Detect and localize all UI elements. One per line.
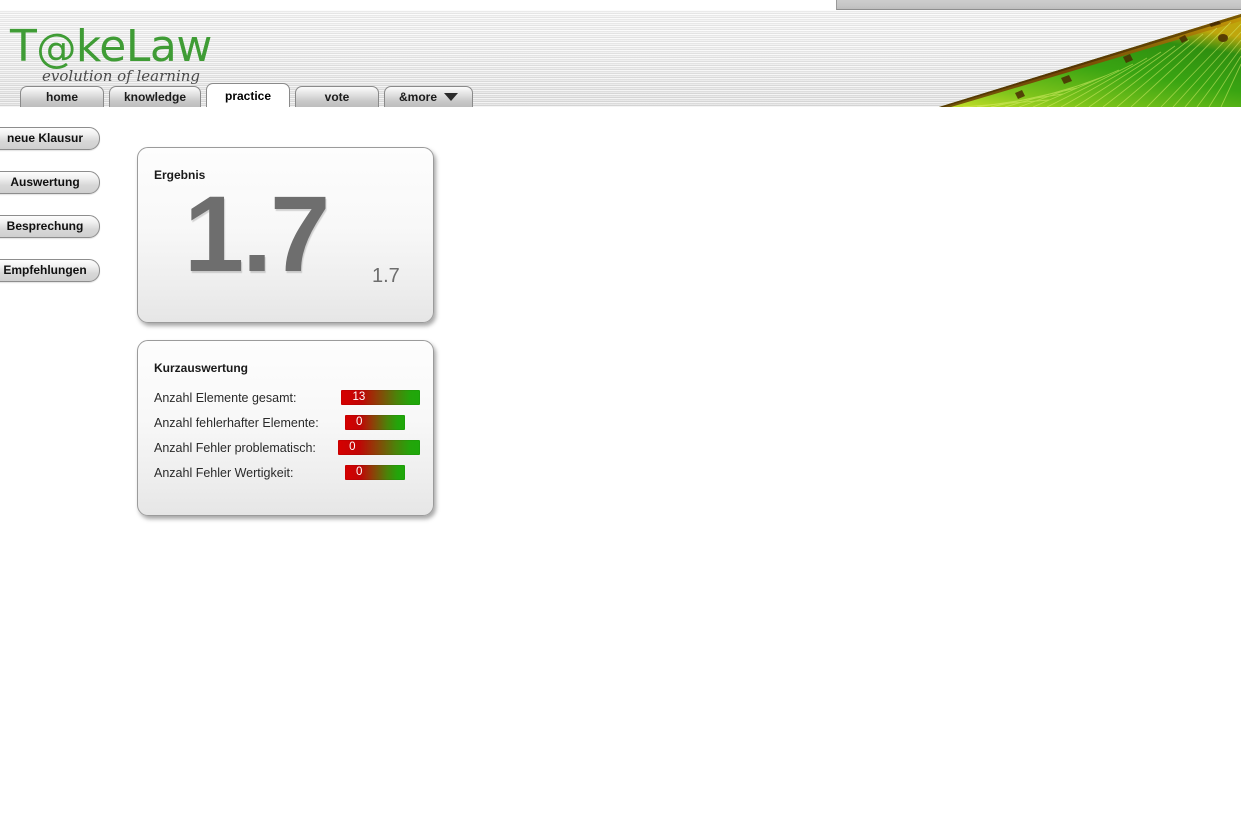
stat-label: Anzahl Fehler Wertigkeit: <box>154 465 294 480</box>
summary-card: Kurzauswertung Anzahl Elemente gesamt: 1… <box>137 340 434 516</box>
stat-row: Anzahl Fehler Wertigkeit: 0 <box>154 460 420 485</box>
tab-home[interactable]: home <box>20 86 104 107</box>
stat-label: Anzahl Elemente gesamt: <box>154 390 297 405</box>
stat-row: Anzahl Elemente gesamt: 13 <box>154 385 420 410</box>
stat-bar: 0 <box>345 465 405 480</box>
result-card: Ergebnis 1.7 1.7 <box>137 147 434 323</box>
tab-more-label: &more <box>399 90 438 104</box>
stat-label: Anzahl Fehler problematisch: <box>154 440 316 455</box>
sidebar-item-label: Auswertung <box>10 175 80 189</box>
sidebar-item-neue-klausur[interactable]: neue Klausur <box>0 127 100 150</box>
background-window-titlebar <box>836 0 1241 10</box>
sidebar-navigation: neue Klausur Auswertung Besprechung Empf… <box>0 127 100 303</box>
stat-bar-value: 0 <box>349 441 356 453</box>
stat-bar: 13 <box>341 390 420 405</box>
tab-vote-label: vote <box>324 90 350 104</box>
result-grade-small: 1.7 <box>372 265 400 287</box>
browser-chrome-strip <box>0 0 1241 10</box>
summary-stat-list: Anzahl Elemente gesamt: 13 Anzahl fehler… <box>154 385 420 485</box>
logo-text-before: T <box>10 21 37 72</box>
page-content: neue Klausur Auswertung Besprechung Empf… <box>0 107 1241 814</box>
sidebar-item-besprechung[interactable]: Besprechung <box>0 215 100 238</box>
banana-leaf-banner-image <box>911 10 1241 107</box>
main-navigation-tabs: home knowledge practice vote &more <box>20 83 478 107</box>
tab-practice[interactable]: practice <box>206 83 291 107</box>
sidebar-item-empfehlungen[interactable]: Empfehlungen <box>0 259 100 282</box>
logo-wordmark: T@keLaw <box>10 21 270 73</box>
sidebar-item-label: Besprechung <box>6 219 84 233</box>
stat-row: Anzahl Fehler problematisch: 0 <box>154 435 420 460</box>
at-sign-icon: @ <box>36 26 76 72</box>
stat-row: Anzahl fehlerhafter Elemente: 0 <box>154 410 420 435</box>
tab-practice-label: practice <box>225 88 272 103</box>
stat-bar-value: 0 <box>356 416 363 428</box>
stat-label: Anzahl fehlerhafter Elemente: <box>154 415 319 430</box>
tab-vote[interactable]: vote <box>295 86 380 107</box>
stat-bar: 0 <box>345 415 405 430</box>
tab-more[interactable]: &more <box>384 86 474 107</box>
summary-card-title: Kurzauswertung <box>154 361 249 375</box>
site-header: T@keLaw evolution of learning home knowl… <box>0 10 1241 108</box>
stat-bar: 0 <box>338 440 420 455</box>
tab-home-label: home <box>45 90 78 104</box>
sidebar-item-label: Empfehlungen <box>3 263 87 277</box>
tab-knowledge-label: knowledge <box>124 90 187 104</box>
result-grade-large: 1.7 <box>184 173 330 294</box>
chevron-down-icon <box>444 93 459 101</box>
tab-knowledge[interactable]: knowledge <box>109 86 202 107</box>
sidebar-item-label: neue Klausur <box>6 131 84 145</box>
stat-bar-value: 13 <box>352 391 366 403</box>
stat-bar-value: 0 <box>356 466 363 478</box>
logo-text-after: keLaw <box>75 21 212 72</box>
sidebar-item-auswertung[interactable]: Auswertung <box>0 171 100 194</box>
site-logo[interactable]: T@keLaw evolution of learning <box>10 24 270 92</box>
